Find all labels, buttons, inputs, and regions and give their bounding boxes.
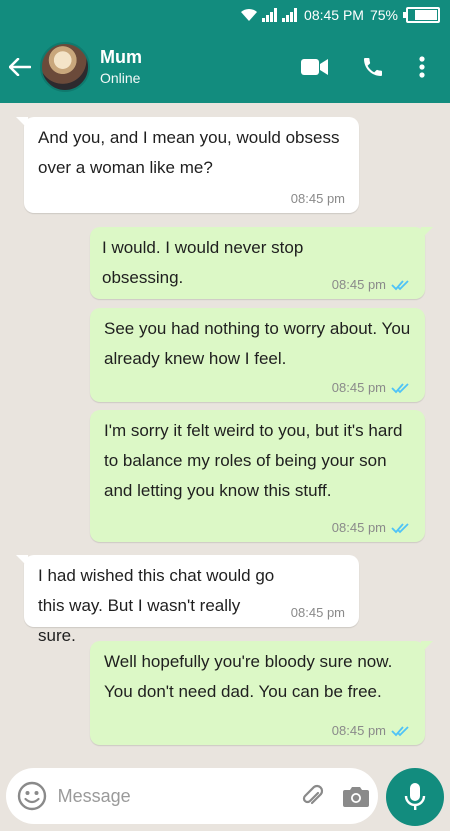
phone-icon (364, 57, 382, 76)
video-call-icon (301, 58, 328, 75)
double-check-icon (391, 280, 409, 291)
status-time: 08:45 PM (304, 7, 364, 23)
voice-message-button[interactable] (386, 768, 444, 826)
avatar[interactable] (40, 41, 90, 92)
message-bubble-incoming[interactable]: I had wished this chat would go this way… (16, 555, 359, 645)
message-text: Well hopefully you're bloody sure now. Y… (104, 652, 393, 701)
attach-icon (302, 784, 323, 805)
message-bubble-outgoing[interactable]: See you had nothing to worry about. You … (90, 308, 425, 402)
message-time: 08:45 pm (290, 191, 345, 206)
message-bubble-outgoing[interactable]: Well hopefully you're bloody sure now. Y… (90, 641, 433, 745)
voice-call-button[interactable] (344, 39, 402, 95)
message-composer (6, 768, 378, 824)
camera-icon (342, 787, 369, 807)
message-text: See you had nothing to worry about. You … (104, 319, 411, 368)
message-time: 08:45 pm (332, 723, 411, 739)
contact-name: Mum (100, 46, 142, 67)
message-bubble-incoming[interactable]: And you, and I mean you, would obsess ov… (16, 117, 359, 213)
contact-info[interactable]: Mum Online (100, 46, 286, 88)
signal-icon-2 (282, 8, 298, 22)
camera-button[interactable] (334, 768, 378, 824)
chat-screen: 08:45 PM 75% Mum Online And you, and I m… (0, 0, 450, 831)
message-time: 08:45 pm (332, 380, 411, 396)
message-text: And you, and I mean you, would obsess ov… (38, 128, 340, 177)
message-list[interactable]: And you, and I mean you, would obsess ov… (0, 103, 450, 755)
chat-header: Mum Online (0, 30, 450, 103)
video-call-button[interactable] (286, 39, 344, 95)
mic-icon (404, 783, 426, 810)
message-text: I'm sorry it felt weird to you, but it's… (104, 421, 403, 500)
message-time: 08:45 pm (290, 605, 345, 620)
header-actions (286, 39, 442, 95)
status-bar: 08:45 PM 75% (0, 0, 450, 30)
message-input[interactable] (57, 785, 290, 807)
back-button[interactable] (0, 30, 40, 103)
attach-button[interactable] (290, 768, 334, 824)
battery-percent: 75% (369, 7, 398, 23)
more-vert-icon (419, 55, 425, 78)
message-time: 08:45 pm (332, 277, 411, 293)
status-icons (240, 8, 298, 22)
signal-icon (262, 8, 278, 22)
battery-icon (403, 7, 440, 23)
double-check-icon (391, 726, 409, 737)
message-bubble-outgoing[interactable]: I'm sorry it felt weird to you, but it's… (90, 410, 425, 542)
emoji-button[interactable] (6, 768, 58, 824)
double-check-icon (391, 523, 409, 534)
wifi-icon (241, 8, 258, 21)
double-check-icon (391, 383, 409, 394)
contact-presence: Online (100, 69, 141, 86)
more-options-button[interactable] (402, 39, 442, 95)
emoji-icon (17, 781, 46, 811)
message-bubble-outgoing[interactable]: I would. I would never stop obsessing. 0… (90, 227, 433, 299)
back-arrow-icon (9, 57, 31, 76)
message-time: 08:45 pm (332, 520, 411, 536)
